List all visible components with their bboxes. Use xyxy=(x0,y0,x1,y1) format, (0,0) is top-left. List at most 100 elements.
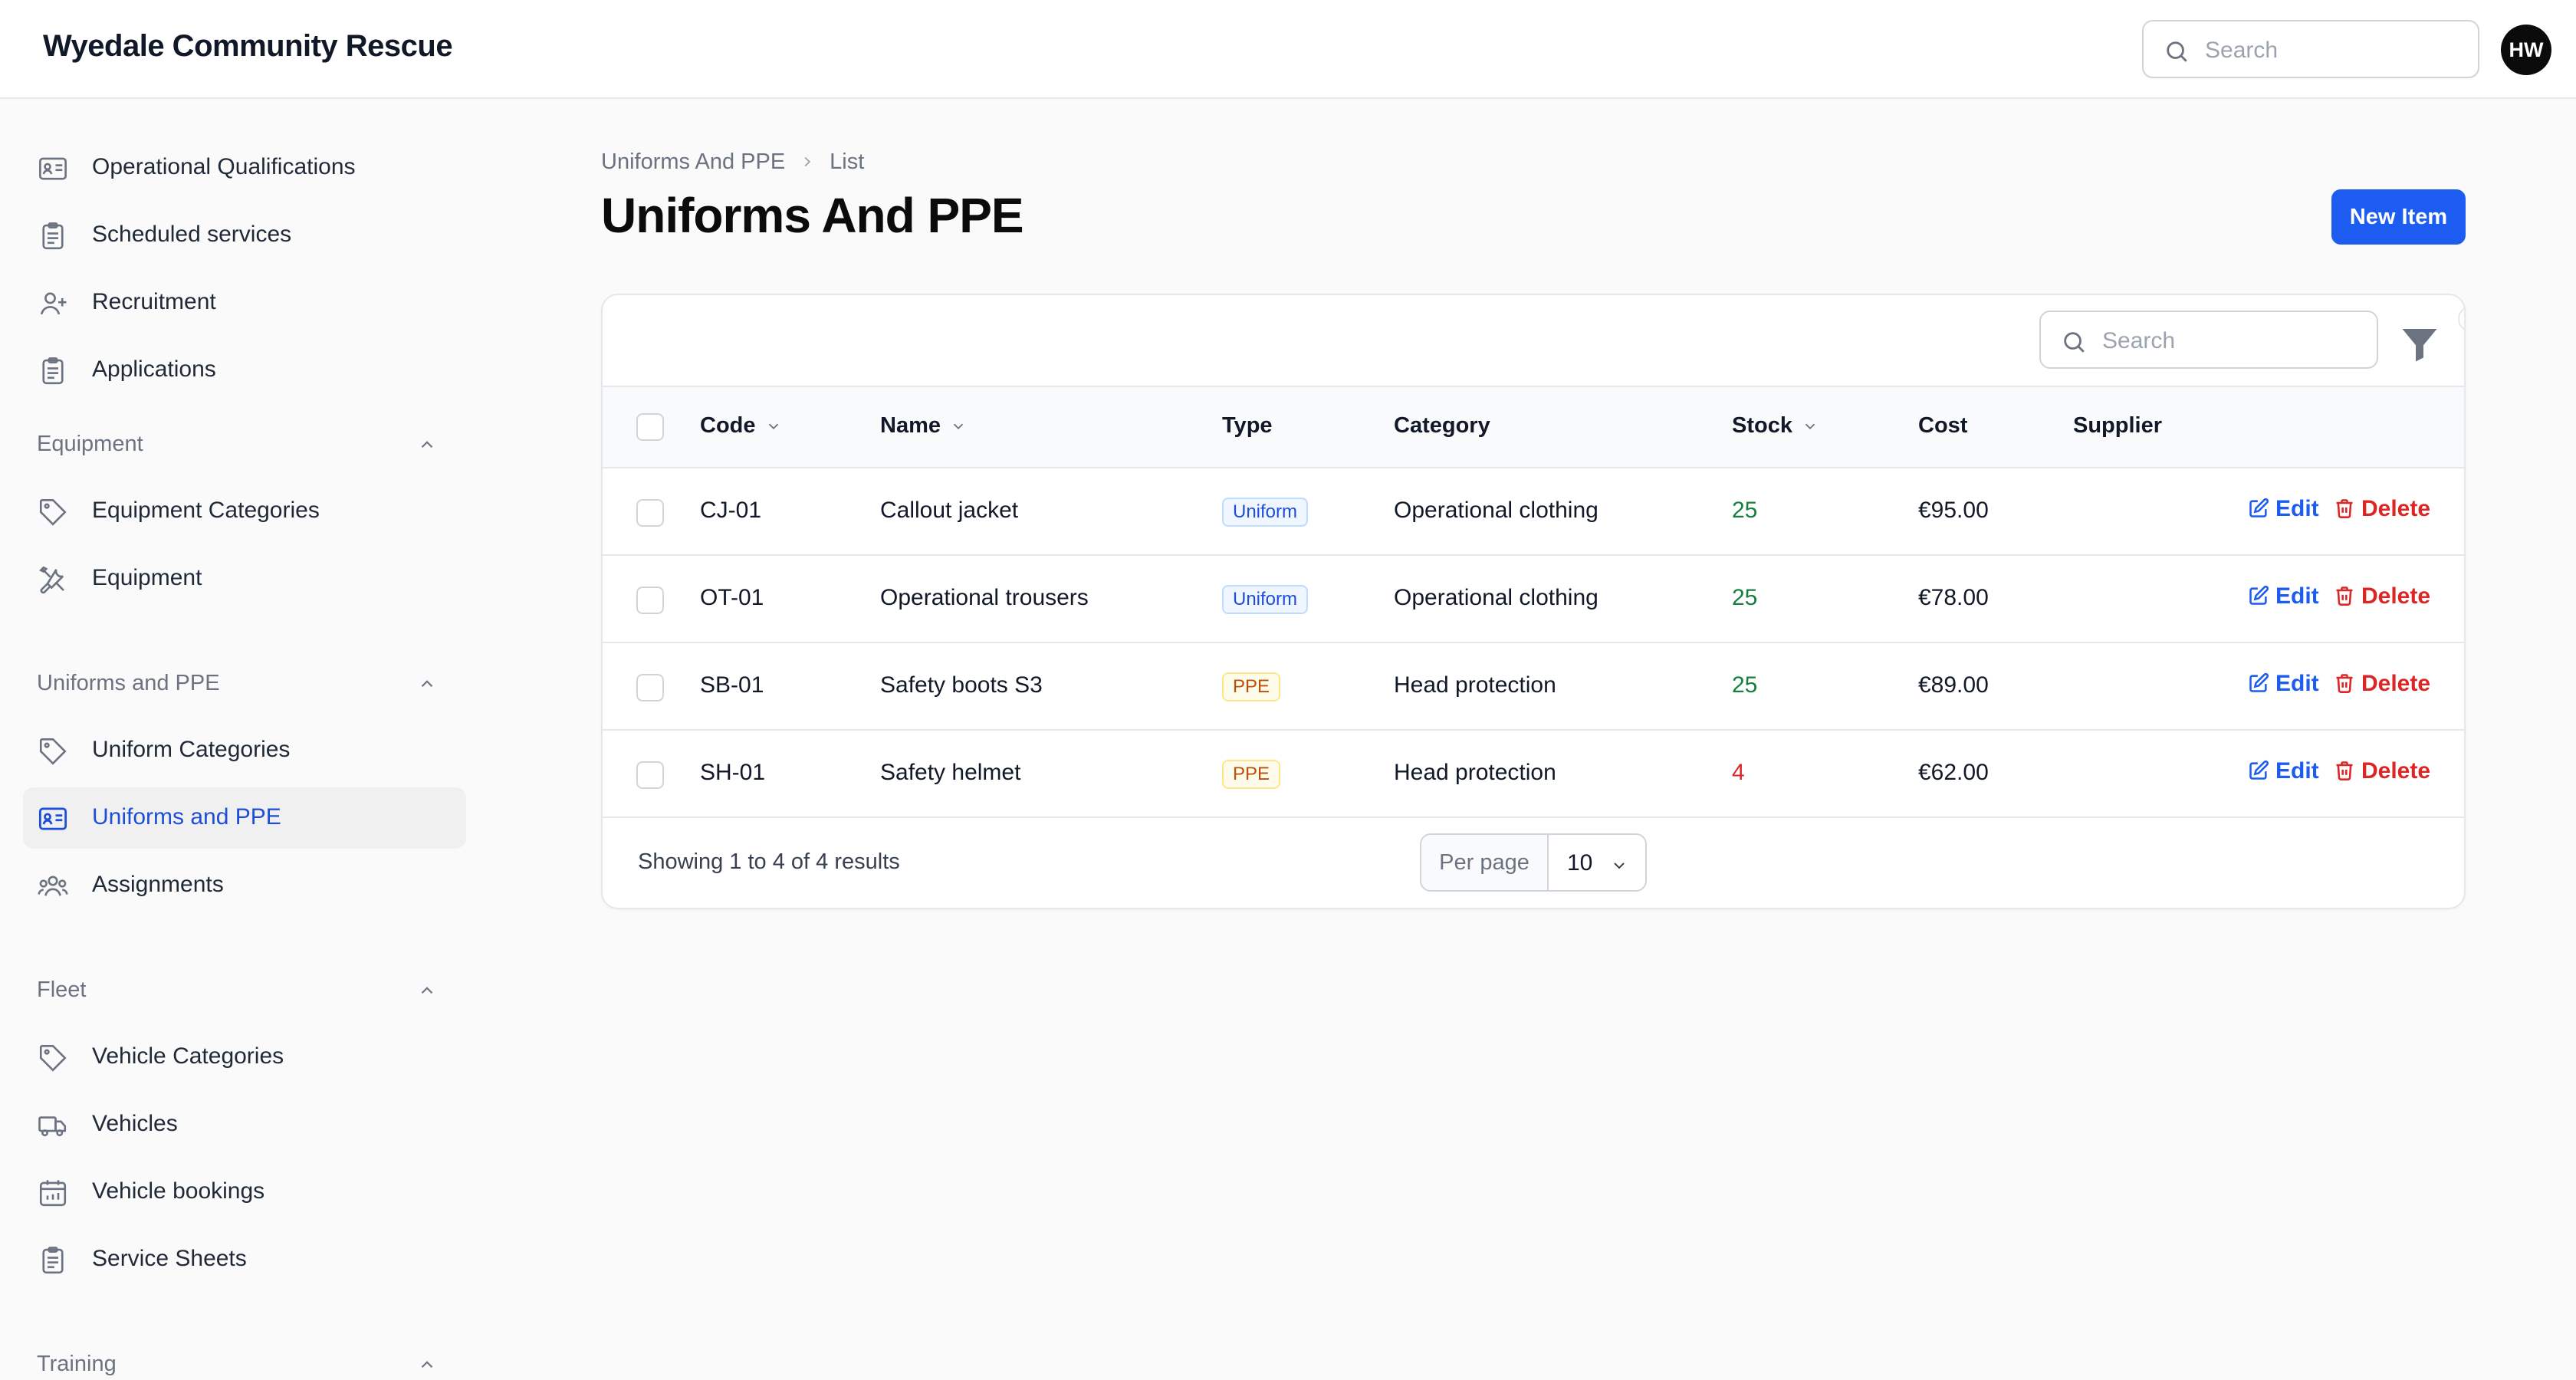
column-header-label: Code xyxy=(700,413,756,438)
edit-icon xyxy=(2249,761,2269,780)
pagination-summary: Showing 1 to 4 of 4 results xyxy=(638,849,900,874)
sidebar-group-uniforms[interactable]: Uniforms and PPE xyxy=(37,665,451,703)
table-search-input[interactable]: Search xyxy=(2039,310,2378,369)
table-row: OT-01 Operational trousers Uniform Opera… xyxy=(603,556,2464,643)
column-header-label: Name xyxy=(880,413,941,438)
calendar-icon xyxy=(39,1180,67,1207)
type-badge: PPE xyxy=(1222,672,1281,702)
tag-icon xyxy=(39,1044,67,1072)
filter-icon[interactable] xyxy=(2397,321,2443,367)
table-search-placeholder: Search xyxy=(2102,328,2176,353)
delete-button[interactable]: Delete xyxy=(2334,758,2430,784)
delete-button[interactable]: Delete xyxy=(2334,671,2430,697)
sidebar-item-label: Vehicle bookings xyxy=(92,1178,265,1204)
sidebar-item-service-sheets[interactable]: Service Sheets xyxy=(23,1229,466,1290)
sidebar-item-vehicles[interactable]: Vehicles xyxy=(23,1094,466,1155)
app-title[interactable]: Wyedale Community Rescue xyxy=(43,29,453,64)
column-header-type: Type xyxy=(1222,413,1273,438)
table-row: SB-01 Safety boots S3 PPE Head protectio… xyxy=(603,643,2464,731)
sidebar-item-recruitment[interactable]: Recruitment xyxy=(23,272,466,334)
sidebar-item-scheduled-services[interactable]: Scheduled services xyxy=(23,205,466,266)
truck-icon xyxy=(38,1116,67,1137)
sidebar-item-label: Equipment Categories xyxy=(92,498,320,523)
avatar[interactable]: HW xyxy=(2501,25,2551,75)
delete-label: Delete xyxy=(2361,496,2431,521)
sidebar-item-label: Recruitment xyxy=(92,289,216,314)
sidebar-item-equipment-categories[interactable]: Equipment Categories xyxy=(23,481,466,542)
cell-cost: €62.00 xyxy=(1918,760,1989,785)
select-all-checkbox[interactable] xyxy=(636,413,664,441)
user-plus-icon xyxy=(40,292,67,315)
type-badge: PPE xyxy=(1222,760,1281,789)
trash-icon xyxy=(2336,499,2353,519)
clipboard-icon xyxy=(42,1247,64,1274)
edit-icon xyxy=(2249,498,2269,518)
edit-button[interactable]: Edit xyxy=(2248,496,2319,522)
cell-name: Safety helmet xyxy=(880,760,1021,785)
cell-code: SH-01 xyxy=(700,760,766,785)
sidebar-group-fleet[interactable]: Fleet xyxy=(37,971,451,1010)
sidebar-item-uniform-categories[interactable]: Uniform Categories xyxy=(23,720,466,781)
sidebar-group-label: Training xyxy=(37,1352,117,1376)
row-checkbox[interactable] xyxy=(636,499,664,527)
trash-icon xyxy=(2336,586,2353,606)
sidebar-item-vehicle-categories[interactable]: Vehicle Categories xyxy=(23,1027,466,1088)
delete-button[interactable]: Delete xyxy=(2334,583,2430,610)
sidebar-item-label: Scheduled services xyxy=(92,222,292,247)
sidebar: Operational Qualifications Scheduled ser… xyxy=(0,100,491,1380)
chevron-down-icon xyxy=(953,423,964,430)
chevron-down-icon xyxy=(1805,423,1815,430)
sidebar-item-label: Applications xyxy=(92,356,216,382)
per-page-label: Per page xyxy=(1421,835,1549,890)
sidebar-item-vehicle-bookings[interactable]: Vehicle bookings xyxy=(23,1162,466,1223)
edit-button[interactable]: Edit xyxy=(2248,758,2319,784)
sidebar-item-equipment[interactable]: Equipment xyxy=(23,548,466,610)
edit-button[interactable]: Edit xyxy=(2248,583,2319,610)
cell-cost: €95.00 xyxy=(1918,498,1989,523)
sidebar-item-operational-qualifications[interactable]: Operational Qualifications xyxy=(23,137,466,199)
edit-label: Edit xyxy=(2275,583,2319,609)
breadcrumb-item[interactable]: Uniforms And PPE xyxy=(601,150,785,175)
tag-icon xyxy=(39,498,67,526)
per-page-select[interactable]: Per page 10 xyxy=(1420,833,1647,892)
per-page-value: 10 xyxy=(1567,850,1593,876)
cell-stock: 4 xyxy=(1732,760,1745,785)
column-header-cost: Cost xyxy=(1918,413,1968,438)
sidebar-item-applications[interactable]: Applications xyxy=(23,340,466,401)
column-header-code[interactable]: Code xyxy=(700,413,782,439)
delete-label: Delete xyxy=(2361,671,2431,696)
row-checkbox[interactable] xyxy=(636,674,664,702)
new-item-button[interactable]: New Item xyxy=(2331,189,2466,245)
delete-button[interactable]: Delete xyxy=(2334,496,2430,522)
search-icon xyxy=(2064,332,2085,353)
sidebar-group-equipment[interactable]: Equipment xyxy=(37,426,451,464)
row-checkbox[interactable] xyxy=(636,761,664,789)
tag-icon xyxy=(39,738,67,765)
global-search-input[interactable]: Search xyxy=(2142,20,2479,78)
type-badge: Uniform xyxy=(1222,498,1309,527)
edit-label: Edit xyxy=(2275,496,2319,521)
sidebar-group-training[interactable]: Training xyxy=(37,1346,451,1380)
chevron-down-icon xyxy=(768,423,778,430)
chevron-right-icon xyxy=(804,157,811,167)
sidebar-item-uniforms-and-ppe[interactable]: Uniforms and PPE xyxy=(23,787,466,849)
column-header-name[interactable]: Name xyxy=(880,413,967,439)
sidebar-item-label: Uniforms and PPE xyxy=(92,804,281,830)
edit-button[interactable]: Edit xyxy=(2248,671,2319,697)
filter-count-badge: 0 xyxy=(2458,306,2464,332)
sidebar-item-assignments[interactable]: Assignments xyxy=(23,855,466,916)
clipboard-icon xyxy=(42,222,64,250)
column-header-stock[interactable]: Stock xyxy=(1732,413,1819,439)
column-header-supplier: Supplier xyxy=(2073,413,2163,438)
id-card-icon xyxy=(39,157,67,180)
chevron-up-icon xyxy=(421,441,433,449)
sidebar-group-label: Uniforms and PPE xyxy=(37,671,220,695)
cell-cost: €78.00 xyxy=(1918,585,1989,610)
chevron-up-icon xyxy=(421,987,433,994)
sidebar-group-label: Fleet xyxy=(37,978,87,1002)
cell-category: Operational clothing xyxy=(1394,498,1598,523)
search-icon xyxy=(2167,41,2187,62)
edit-icon xyxy=(2249,586,2269,605)
row-checkbox[interactable] xyxy=(636,586,664,614)
sidebar-item-label: Uniform Categories xyxy=(92,737,291,762)
